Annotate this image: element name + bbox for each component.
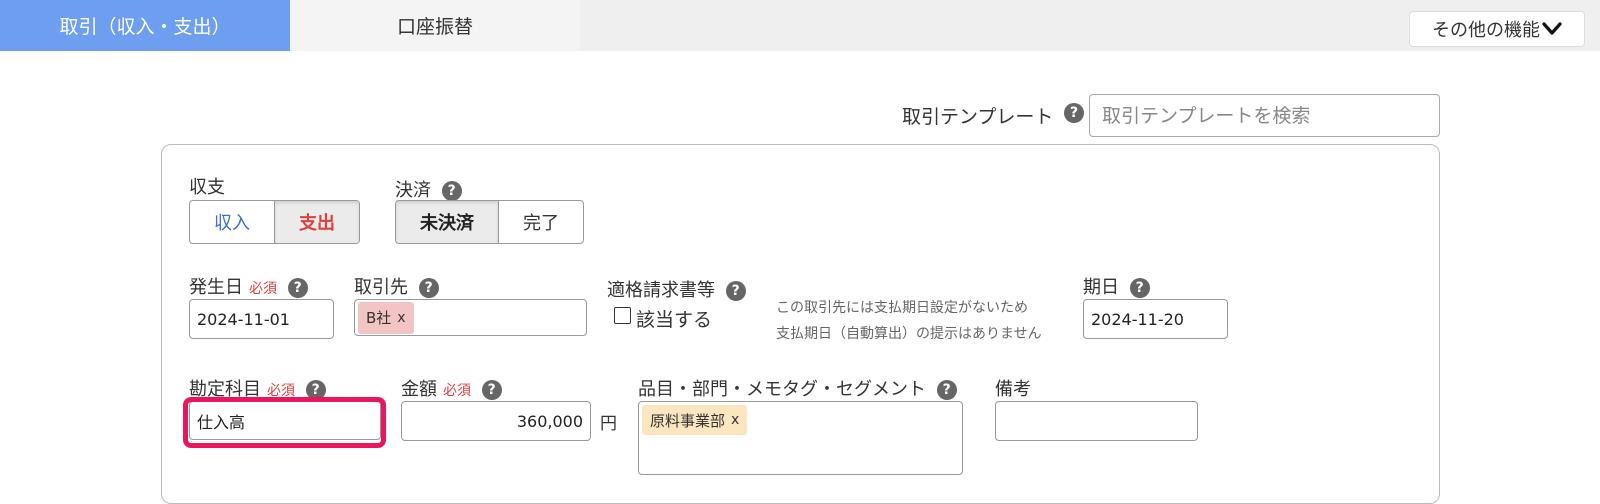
invoice-label-text: 適格請求書等: [607, 280, 715, 301]
remarks-label: 備考: [995, 379, 1031, 400]
partner-chip-remove[interactable]: x: [397, 310, 405, 326]
income-expense-label: 収支: [189, 177, 225, 198]
more-features-label: その他の機能: [1432, 20, 1540, 41]
account-label-text: 勘定科目: [189, 379, 261, 400]
settlement-toggle: 未決済 完了: [395, 200, 584, 244]
due-note-line2: 支払期日（自動算出）の提示はありません: [776, 326, 1042, 342]
more-features-button[interactable]: その他の機能: [1409, 11, 1585, 47]
income-option[interactable]: 収入: [190, 201, 274, 243]
income-expense-toggle: 収入 支出: [189, 200, 360, 244]
partner-chip: B社 x: [358, 301, 414, 334]
issue-date-value: 2024-11-01: [197, 309, 290, 329]
account-help-icon[interactable]: ?: [305, 380, 326, 400]
issue-date-label: 発生日 必須 ?: [189, 273, 308, 299]
tags-help-icon[interactable]: ?: [936, 380, 957, 400]
invoice-checkbox-label[interactable]: 該当する: [636, 305, 712, 332]
tags-label: 品目・部門・メモタグ・セグメント ?: [638, 375, 957, 401]
amount-help-icon[interactable]: ?: [481, 380, 502, 400]
chevron-down-icon: [1542, 22, 1562, 35]
partner-chip-label: B社: [366, 309, 392, 327]
tags-chip-label: 原料事業部: [650, 411, 726, 430]
settlement-help-icon[interactable]: ?: [441, 181, 462, 201]
invoice-checkbox[interactable]: [614, 307, 631, 324]
completed-option[interactable]: 完了: [497, 201, 583, 243]
tab-account-transfer-label: 口座振替: [396, 16, 473, 38]
tags-input[interactable]: 原料事業部 x: [638, 401, 963, 475]
amount-input[interactable]: 360,000: [401, 401, 591, 441]
settlement-label-text: 決済: [395, 180, 431, 201]
unsettled-option[interactable]: 未決済: [396, 201, 498, 243]
amount-value: 360,000: [516, 411, 583, 431]
partner-label: 取引先 ?: [354, 273, 439, 299]
tags-chip-remove[interactable]: x: [731, 412, 739, 428]
invoice-help-icon[interactable]: ?: [725, 281, 746, 301]
due-date-label-text: 期日: [1083, 277, 1119, 298]
tab-transaction-label: 取引（収入・支出）: [59, 16, 231, 38]
due-date-input[interactable]: 2024-11-20: [1083, 299, 1228, 339]
account-required: 必須: [267, 383, 295, 399]
issue-date-help-icon[interactable]: ?: [287, 278, 308, 298]
due-note-line1: この取引先には支払期日設定がないため: [776, 300, 1028, 316]
partner-help-icon[interactable]: ?: [418, 278, 439, 298]
issue-date-label-text: 発生日: [189, 277, 243, 298]
amount-label: 金額 必須 ?: [401, 375, 502, 401]
settlement-label: 決済 ?: [395, 176, 462, 202]
expense-option[interactable]: 支出: [274, 201, 359, 243]
amount-unit: 円: [600, 414, 617, 434]
account-label: 勘定科目 必須 ?: [189, 375, 326, 401]
amount-label-text: 金額: [401, 379, 437, 400]
partner-label-text: 取引先: [354, 277, 408, 298]
account-input[interactable]: 仕入高: [189, 401, 381, 440]
account-value: 仕入高: [197, 412, 246, 432]
tab-account-transfer[interactable]: 口座振替: [290, 0, 580, 51]
template-label: 取引テンプレート: [902, 106, 1054, 128]
due-date-label: 期日 ?: [1083, 273, 1150, 299]
template-help-icon[interactable]: ?: [1064, 103, 1084, 123]
template-search-input[interactable]: [1089, 94, 1440, 137]
tab-transaction[interactable]: 取引（収入・支出）: [0, 0, 290, 51]
tab-bar: 取引（収入・支出） 口座振替 その他の機能: [0, 0, 1600, 51]
remarks-input[interactable]: [995, 401, 1198, 441]
due-date-help-icon[interactable]: ?: [1129, 278, 1150, 298]
tags-chip: 原料事業部 x: [642, 405, 748, 435]
tags-label-text: 品目・部門・メモタグ・セグメント: [638, 379, 926, 400]
amount-required: 必須: [443, 383, 471, 399]
partner-input[interactable]: B社 x: [354, 299, 587, 336]
issue-date-required: 必須: [249, 281, 277, 297]
invoice-label: 適格請求書等 ?: [607, 276, 746, 302]
issue-date-input[interactable]: 2024-11-01: [189, 299, 334, 339]
due-date-value: 2024-11-20: [1091, 309, 1184, 329]
